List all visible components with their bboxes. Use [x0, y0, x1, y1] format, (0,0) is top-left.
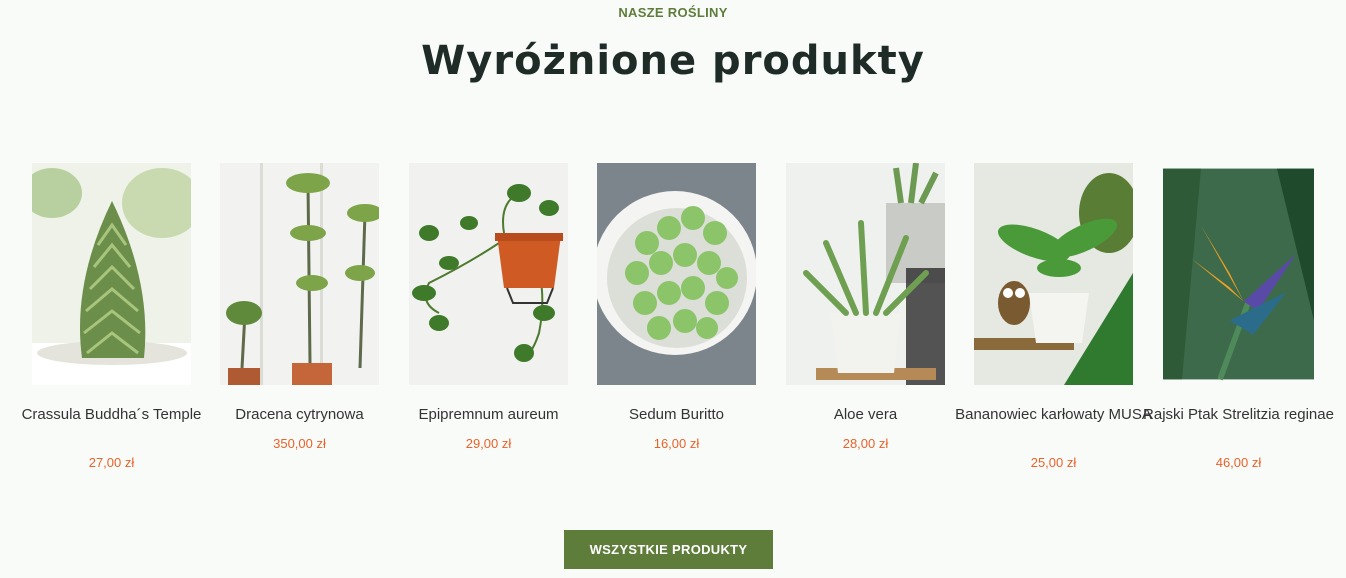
product-price: 16,00 zł — [653, 436, 700, 451]
product-price: 29,00 zł — [465, 436, 512, 451]
product-image[interactable] — [1163, 163, 1314, 385]
product-price: 350,00 zł — [273, 436, 326, 451]
product-name[interactable]: Aloe vera — [766, 405, 965, 425]
epipremnum-plant-image — [409, 163, 568, 385]
product-image[interactable] — [974, 163, 1133, 385]
product-price: 46,00 zł — [1215, 455, 1262, 470]
banana-plant-image — [974, 163, 1133, 385]
product-carousel: Crassula Buddha´s Temple 27,00 zł Dracen… — [0, 163, 1346, 483]
aloe-plant-image — [786, 163, 945, 385]
product-price: 28,00 zł — [842, 436, 889, 451]
product-image[interactable] — [32, 163, 191, 385]
section-title: Wyróżnione produkty — [421, 38, 925, 84]
product-name[interactable]: Sedum Buritto — [577, 405, 776, 425]
product-name[interactable]: Rajski Ptak Strelitzia reginae — [1143, 405, 1334, 425]
product-price: 27,00 zł — [88, 455, 135, 470]
all-products-button[interactable]: WSZYSTKIE PRODUKTY — [564, 530, 773, 569]
strelitzia-plant-image — [1163, 168, 1314, 381]
section-eyebrow: NASZE ROŚLINY — [618, 5, 728, 20]
product-image[interactable] — [409, 163, 568, 385]
sedum-plant-image — [597, 163, 756, 385]
product-image[interactable] — [220, 163, 379, 385]
product-name[interactable]: Bananowiec karłowaty MUSA — [954, 405, 1153, 425]
product-name[interactable]: Epipremnum aureum — [389, 405, 588, 425]
crassula-plant-image — [32, 163, 191, 385]
product-image[interactable] — [597, 163, 756, 385]
product-name[interactable]: Dracena cytrynowa — [200, 405, 399, 425]
dracena-plant-image — [220, 163, 379, 385]
product-image[interactable] — [786, 163, 945, 385]
product-price: 25,00 zł — [1030, 455, 1077, 470]
product-name[interactable]: Crassula Buddha´s Temple — [12, 405, 211, 425]
